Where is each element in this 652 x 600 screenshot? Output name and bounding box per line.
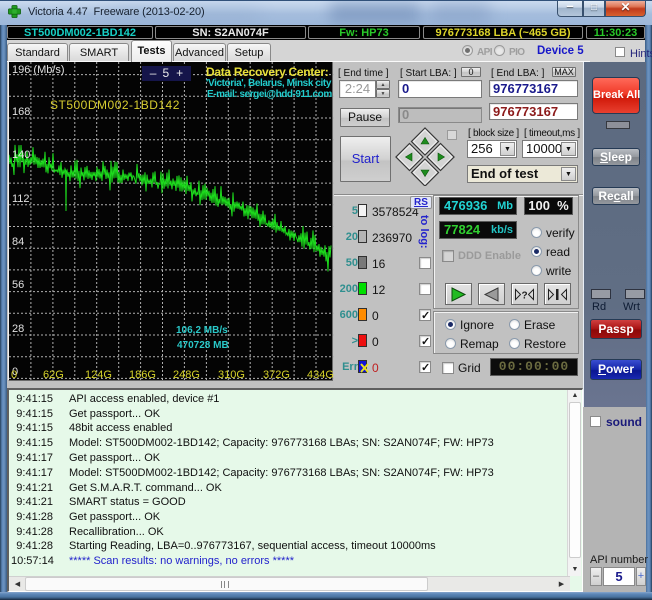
svg-text:?: ? <box>522 291 528 302</box>
